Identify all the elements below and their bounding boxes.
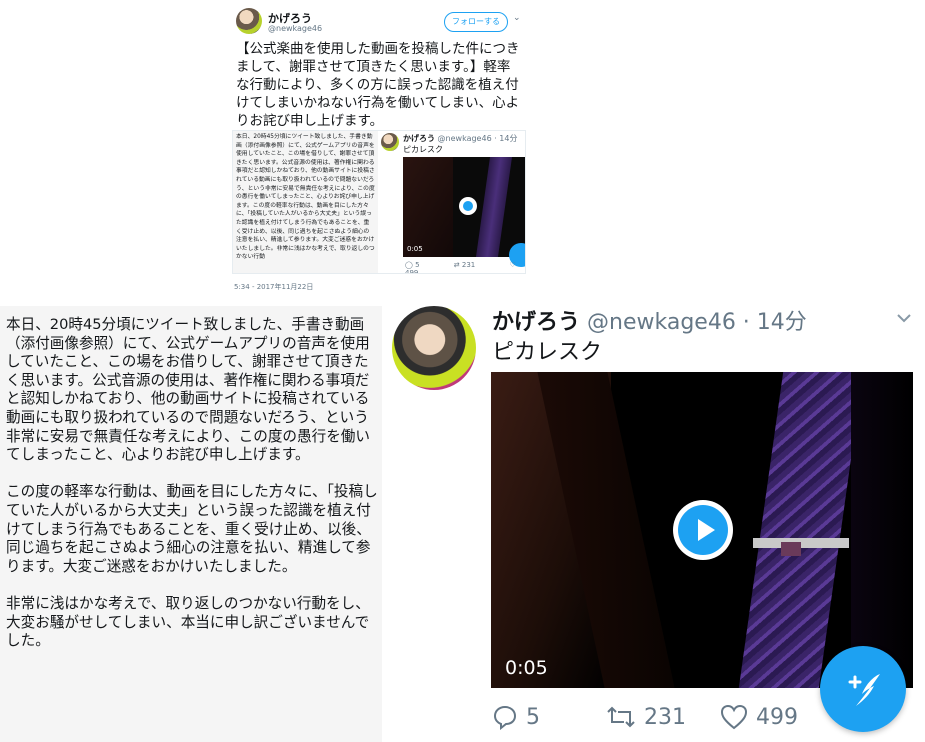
video-frame-shadow	[851, 372, 913, 688]
video-frame-jacket	[403, 157, 453, 257]
play-icon	[459, 197, 477, 215]
thumbnail-tweet-card: かげろう @newkage46 フォローする ⌄ 【公式楽曲を使用した動画を投稿…	[228, 0, 528, 296]
embedded-video: 0:05	[403, 157, 525, 257]
video-frame-tie-clip	[753, 538, 849, 548]
tweet-text: ピカレスク	[492, 340, 603, 365]
paragraph: この度の軽率な行動は、動画を目にした方々に、「投稿していた人がいるから大丈夫」と…	[6, 483, 378, 575]
paragraph: 非常に浅はかな考えで、取り返しのつかない行動をし、大変お騒がせしてしまい、本当に…	[6, 594, 370, 650]
reply-icon	[493, 705, 517, 731]
avatar[interactable]	[392, 306, 476, 390]
retweet-count: 231	[461, 261, 476, 269]
tweet-text: 【公式楽曲を使用した動画を投稿した件につきまして、謝罪させて頂きたく思います。】…	[236, 41, 520, 129]
reply-count: 5	[415, 261, 420, 269]
video-frame-tie-knot	[781, 542, 801, 556]
video-duration: 0:05	[407, 245, 423, 253]
attached-text-image: 本日、20時45分頃にツイート致しました、手書き動画（添付画像参照）にて、公式ゲ…	[233, 131, 378, 273]
attached-image[interactable]: 本日、20時45分頃にツイート致しました、手書き動画（添付画像参照）にて、公式ゲ…	[232, 130, 526, 274]
embedded-action-bar: ◯ 5 ⇄ 231 ♡ 499	[405, 261, 525, 274]
follow-button[interactable]: フォローする	[444, 12, 508, 32]
embedded-tweet-title: ピカレスク	[403, 145, 443, 154]
compose-feather-icon	[848, 674, 880, 706]
play-button[interactable]	[673, 500, 733, 560]
reply-count: 5	[526, 704, 540, 730]
play-triangle	[698, 519, 715, 541]
embedded-meta: @newkage46 · 14分	[437, 134, 518, 143]
video-player[interactable]: 0:05	[491, 372, 913, 688]
avatar[interactable]	[236, 8, 262, 34]
video-frame-tie	[475, 157, 513, 257]
reply-button[interactable]: 5	[492, 704, 540, 731]
tweet-timestamp[interactable]: 5:34 - 2017年11月22日	[234, 282, 313, 292]
retweet-count: 231	[644, 704, 686, 730]
like-count: 499	[405, 269, 419, 274]
retweet-button[interactable]: 231	[606, 704, 686, 730]
display-name[interactable]: かげろう	[492, 310, 580, 335]
paragraph: 本日、20時45分頃にツイート致しました、手書き動画（添付画像参照）にて、公式ゲ…	[6, 316, 370, 464]
play-icon	[678, 505, 728, 555]
retweet-icon	[607, 706, 635, 728]
chevron-down-icon[interactable]: ⌄	[513, 13, 521, 23]
user-handle[interactable]: @newkage46	[268, 24, 322, 33]
retweet-icon: ⇄ 231	[453, 261, 476, 269]
avatar	[381, 133, 399, 151]
tweet-meta[interactable]: @newkage46 · 14分	[587, 310, 807, 335]
embedded-display-name: かげろう	[403, 134, 435, 143]
tweet-header: かげろう @newkage46 · 14分	[492, 304, 807, 336]
like-count: 499	[756, 704, 798, 730]
reply-icon: ◯ 5	[405, 261, 420, 269]
compose-tweet-button[interactable]	[820, 646, 906, 732]
embedded-tweet-header: かげろう @newkage46 · 14分	[403, 133, 517, 144]
like-icon	[720, 704, 748, 730]
video-frame-tie	[738, 372, 864, 688]
like-button[interactable]: 499	[720, 704, 798, 730]
video-duration: 0:05	[505, 657, 548, 679]
apology-text-block: 本日、20時45分頃にツイート致しました、手書き動画（添付画像参照）にて、公式ゲ…	[0, 306, 382, 742]
chevron-down-icon[interactable]	[894, 308, 914, 328]
